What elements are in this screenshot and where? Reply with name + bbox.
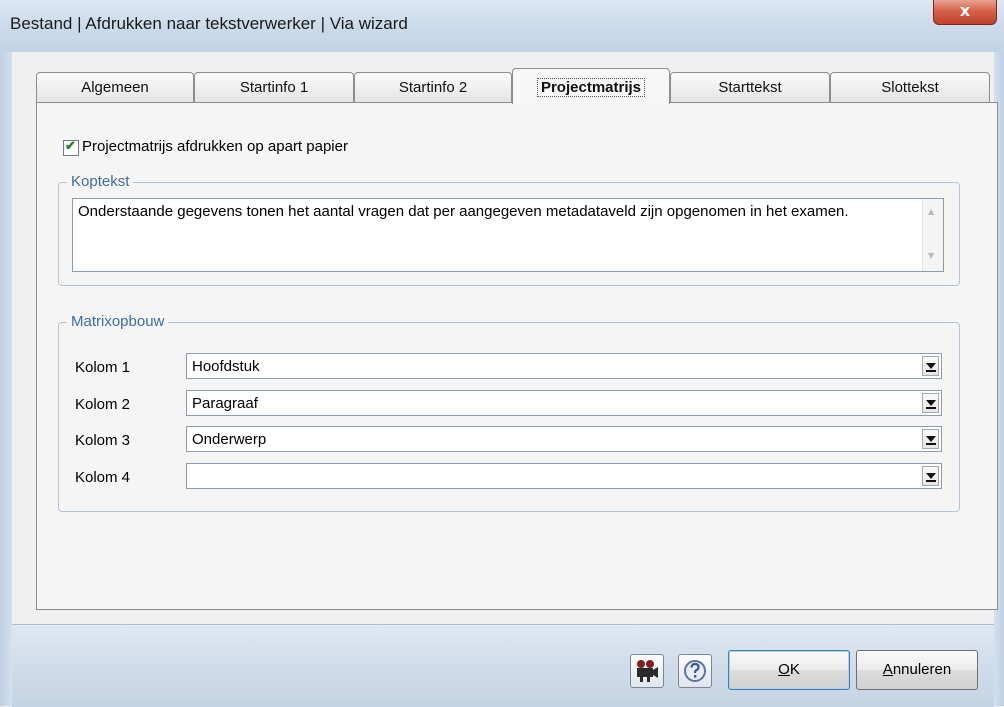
tab-label: Startinfo 1 (239, 79, 309, 96)
tab-label: Algemeen (81, 79, 149, 96)
cancel-label-rest: nnuleren (892, 661, 952, 678)
tab-starttekst[interactable]: Starttekst (670, 72, 830, 102)
kolom-3-label: Kolom 3 (75, 432, 131, 449)
koptekst-legend: Koptekst (67, 173, 134, 190)
help-button[interactable] (678, 654, 712, 688)
kolom-2-label: Kolom 2 (75, 396, 131, 413)
ok-mnemonic: O (778, 661, 790, 678)
tab-label: Slottekst (881, 79, 939, 96)
kolom-3-value: Onderwerp (192, 431, 267, 448)
print-separate-label[interactable]: Projectmatrijs afdrukken op apart papier (82, 138, 348, 155)
tab-label: Starttekst (718, 79, 782, 96)
kolom-2-combobox[interactable]: Paragraaf (186, 390, 942, 416)
window-border-left (0, 52, 12, 706)
kolom-1-combobox[interactable]: Hoofdstuk (186, 353, 942, 379)
help-icon (684, 660, 706, 682)
koptekst-scrollbar[interactable]: ▲ ▼ (922, 199, 943, 271)
scroll-up-icon[interactable]: ▲ (928, 207, 934, 216)
title-bar: Bestand | Afdrukken naar tekstverwerker … (0, 0, 1004, 53)
chevron-down-icon[interactable] (922, 356, 939, 376)
film-projector-icon (637, 660, 658, 682)
close-button[interactable]: x (933, 0, 997, 25)
kolom-4-label: Kolom 4 (75, 469, 131, 486)
tab-algemeen[interactable]: Algemeen (36, 72, 194, 102)
print-separate-checkbox[interactable]: ✔ (63, 138, 79, 156)
matrixopbouw-legend: Matrixopbouw (67, 313, 169, 330)
close-icon: x (959, 1, 971, 20)
kolom-1-label: Kolom 1 (75, 359, 131, 376)
kolom-3-combobox[interactable]: Onderwerp (186, 426, 942, 452)
tab-label: Startinfo 2 (398, 79, 468, 96)
tab-label: Projectmatrijs (536, 78, 646, 97)
kolom-1-value: Hoofdstuk (192, 358, 260, 375)
window-title: Bestand | Afdrukken naar tekstverwerker … (10, 14, 408, 33)
chevron-down-icon[interactable] (922, 393, 939, 413)
cancel-mnemonic: A (882, 661, 893, 678)
checkmark-icon: ✔ (65, 138, 76, 153)
tab-startinfo-2[interactable]: Startinfo 2 (354, 72, 512, 102)
chevron-down-icon[interactable] (922, 466, 939, 486)
scroll-down-icon[interactable]: ▼ (928, 251, 934, 260)
tab-startinfo-1[interactable]: Startinfo 1 (194, 72, 354, 102)
cancel-button[interactable]: Annuleren (856, 650, 978, 690)
tab-projectmatrijs[interactable]: Projectmatrijs (512, 68, 670, 104)
kolom-4-combobox[interactable] (186, 463, 942, 489)
ok-label-rest: K (789, 661, 800, 678)
chevron-down-icon[interactable] (922, 429, 939, 449)
kolom-2-value: Paragraaf (192, 395, 258, 412)
koptekst-text: Onderstaande gegevens tonen het aantal v… (78, 203, 849, 220)
tool-button[interactable] (630, 654, 664, 688)
ok-button[interactable]: OK (728, 650, 850, 690)
tab-slottekst[interactable]: Slottekst (830, 72, 990, 102)
koptekst-textarea[interactable]: Onderstaande gegevens tonen het aantal v… (72, 198, 944, 272)
